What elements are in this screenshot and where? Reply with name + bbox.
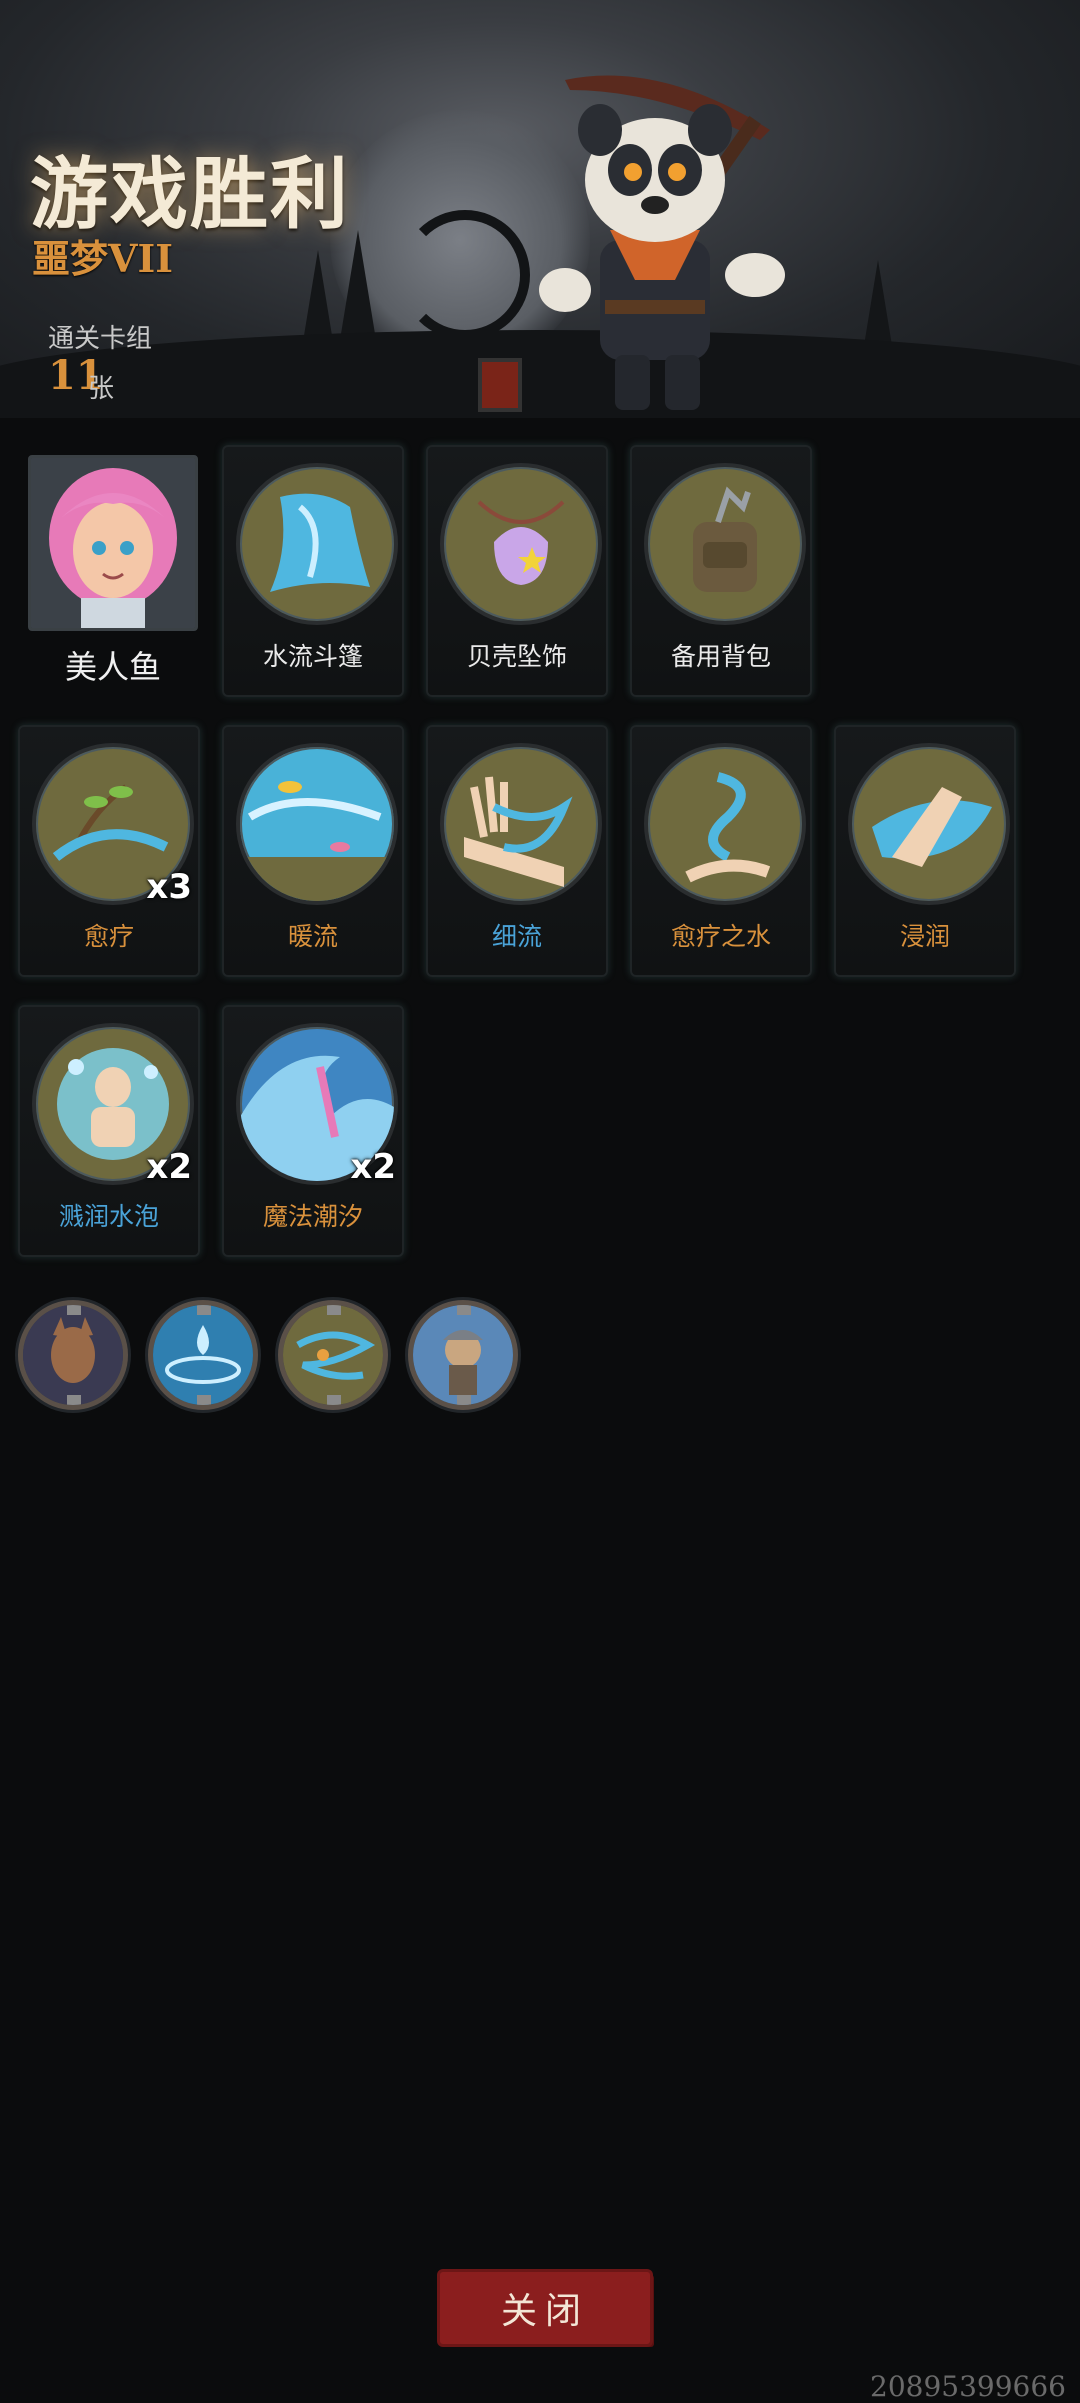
relic-cap (67, 1305, 81, 1315)
relic-cap (457, 1395, 471, 1405)
soak-icon (848, 743, 1010, 905)
card-bubble[interactable]: x2 溅润水泡 (18, 1005, 200, 1257)
deck-label: 通关卡组 (48, 324, 153, 354)
card-label: 水流斗篷 (262, 642, 363, 671)
deck-unit: 张 (88, 374, 115, 404)
card-healing-water[interactable]: 愈疗之水 (630, 725, 812, 977)
whirlwind-relic-icon[interactable] (278, 1300, 388, 1410)
spare-backpack-icon (644, 463, 806, 625)
card-count: x2 (146, 1147, 192, 1187)
shell-pendant-icon (440, 463, 602, 625)
victory-banner: 游戏胜利 噩梦VII 通关卡组 11 张 (0, 0, 1080, 425)
fox-warrior-relic-icon[interactable] (18, 1300, 128, 1410)
card-heal[interactable]: x3 愈疗 (18, 725, 200, 977)
relic-cap (67, 1395, 81, 1405)
card-warm-current[interactable]: 暖流 (222, 725, 404, 977)
difficulty-label: 噩梦VII (32, 236, 174, 281)
banner-edge (0, 418, 1080, 425)
equipment-card-water-cloak[interactable]: 水流斗篷 (222, 445, 404, 697)
card-label: 暖流 (287, 922, 338, 951)
relic-cap (457, 1305, 471, 1315)
card-label: 贝壳坠饰 (466, 642, 567, 671)
card-label: 魔法潮汐 (262, 1202, 363, 1231)
mermaid-portrait[interactable] (28, 455, 198, 631)
card-label: 愈疗 (83, 922, 134, 951)
relic-cap (327, 1395, 341, 1405)
card-magic-tide[interactable]: x2 魔法潮汐 (222, 1005, 404, 1257)
water-drop-relic-icon[interactable] (148, 1300, 258, 1410)
card-label: 备用背包 (670, 642, 771, 671)
card-trickle[interactable]: 细流 (426, 725, 608, 977)
healing-water-icon (644, 743, 806, 905)
relic-cap (197, 1395, 211, 1405)
close-button[interactable]: 关闭 (440, 2272, 650, 2344)
tree-decoration (340, 230, 376, 340)
equipment-card-spare-backpack[interactable]: 备用背包 (630, 445, 812, 697)
card-label: 愈疗之水 (670, 922, 771, 951)
card-label: 溅润水泡 (58, 1202, 159, 1231)
card-label: 浸润 (899, 922, 950, 951)
card-soak[interactable]: 浸润 (834, 725, 1016, 977)
card-count: x2 (350, 1147, 396, 1187)
card-label: 细流 (491, 922, 542, 951)
panda-reaper-illustration (478, 75, 785, 412)
relic-cap (327, 1305, 341, 1315)
watermark-id: 20895399666 (870, 2370, 1066, 2403)
character-name: 美人鱼 (64, 648, 161, 686)
trickle-icon (440, 743, 602, 905)
card-count: x3 (146, 867, 192, 907)
mermaid-avatar (31, 458, 195, 628)
water-cloak-icon (236, 463, 398, 625)
viking-relic-icon[interactable] (408, 1300, 518, 1410)
equipment-card-shell-pendant[interactable]: 贝壳坠饰 (426, 445, 608, 697)
warm-current-icon (236, 743, 398, 905)
relic-cap (197, 1305, 211, 1315)
